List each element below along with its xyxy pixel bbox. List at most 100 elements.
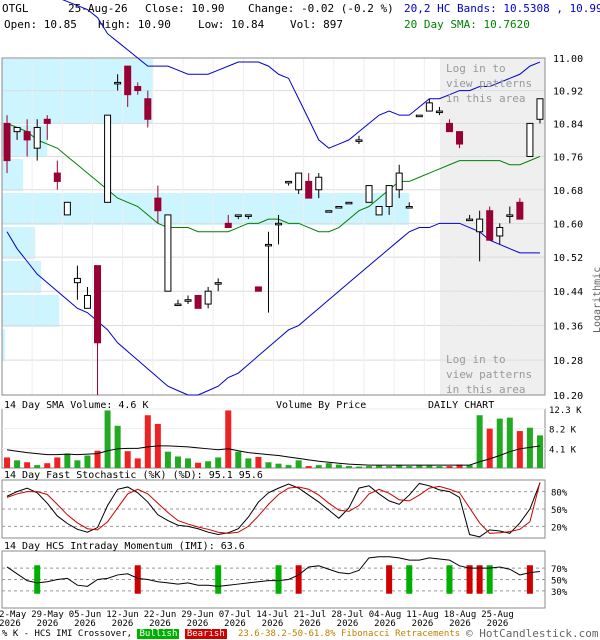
volume-bar bbox=[476, 415, 483, 468]
candle-body bbox=[365, 185, 373, 203]
volume-bar bbox=[74, 460, 81, 468]
volume-bar bbox=[195, 462, 202, 468]
date-tick: 12-Jun2026 bbox=[106, 610, 139, 629]
volume-bar bbox=[366, 466, 373, 468]
volume-bar bbox=[34, 465, 41, 468]
imi-panel-title: 14 Day HCS Intraday Momentum (IMI): 63.6 bbox=[4, 541, 245, 552]
candle-body bbox=[154, 197, 162, 212]
candle-body bbox=[496, 227, 504, 237]
date-tick-year: 2026 bbox=[224, 619, 246, 629]
imi-crossover-bar bbox=[295, 565, 302, 594]
date-tick: 22-Jun2026 bbox=[144, 610, 177, 629]
date-tick: 14-Jul2026 bbox=[256, 610, 289, 629]
candlestick bbox=[194, 294, 202, 309]
volume-bar bbox=[275, 463, 282, 468]
price-tick-label: 10.60 bbox=[553, 219, 583, 230]
candlestick bbox=[104, 114, 112, 203]
imi-tick-label: 50% bbox=[551, 577, 568, 587]
candle-body bbox=[244, 214, 252, 217]
candle-body bbox=[305, 180, 313, 199]
candlestick bbox=[73, 265, 81, 300]
candle-body bbox=[174, 303, 182, 307]
imi-crossover-bar bbox=[386, 565, 393, 594]
candlestick bbox=[63, 201, 71, 216]
candle-body bbox=[395, 172, 403, 191]
price-tick-label: 10.84 bbox=[553, 119, 583, 130]
candle-body bbox=[13, 127, 21, 133]
volume-bar bbox=[24, 462, 31, 468]
candle-body bbox=[94, 265, 102, 344]
candle-body bbox=[275, 222, 283, 226]
candlestick bbox=[415, 114, 423, 118]
candle-body bbox=[435, 110, 443, 114]
volume-by-price-bar bbox=[2, 159, 24, 191]
volume-bar bbox=[506, 417, 513, 468]
volume-bar bbox=[114, 425, 121, 468]
volume-bar bbox=[486, 428, 493, 468]
date-tick: 04-Aug2026 bbox=[369, 610, 402, 629]
imi-crossover-bar bbox=[34, 565, 41, 594]
candlestick bbox=[53, 160, 61, 190]
candle-body bbox=[194, 294, 202, 309]
date-tick-year: 2026 bbox=[374, 619, 396, 629]
imi-crossover-bar bbox=[526, 565, 533, 594]
date-tick: 28-Jul2026 bbox=[331, 610, 364, 629]
bearish-legend: Bearish bbox=[184, 629, 227, 639]
candle-body bbox=[415, 114, 423, 118]
patterns-watermark-bottom[interactable]: Log in to view patterns in this area bbox=[446, 352, 532, 397]
imi-crossover-bar bbox=[476, 565, 483, 594]
volume-bar bbox=[305, 466, 312, 468]
candlestick bbox=[164, 214, 172, 292]
volume-bar bbox=[164, 451, 171, 468]
volume-bar bbox=[245, 458, 252, 468]
candle-body bbox=[124, 65, 132, 96]
candlestick bbox=[254, 286, 262, 292]
volume-bar bbox=[255, 456, 262, 468]
volume-bar bbox=[84, 455, 91, 468]
volume-panel-title: 14 Day SMA Volume: 4.6 K bbox=[4, 400, 149, 411]
candlestick bbox=[325, 210, 333, 213]
volume-bar bbox=[124, 451, 131, 468]
candlestick bbox=[375, 206, 383, 216]
candle-body bbox=[295, 172, 303, 191]
date-tick: 22-May2026 bbox=[0, 610, 27, 629]
candlestick bbox=[214, 278, 222, 292]
imi-crossover-bar bbox=[446, 565, 453, 594]
volume-bar bbox=[185, 458, 192, 468]
volume-bar bbox=[205, 461, 212, 468]
volume-tick-label: 12.3 K bbox=[549, 406, 582, 416]
volume-bar bbox=[144, 415, 151, 468]
log-scale-label: Logarithmic bbox=[592, 266, 600, 333]
volume-bar bbox=[295, 460, 302, 468]
candle-body bbox=[184, 299, 192, 302]
candlestick bbox=[174, 299, 182, 307]
price-tick-label: 11.00 bbox=[553, 54, 583, 65]
candle-body bbox=[285, 180, 293, 184]
candlestick bbox=[536, 98, 544, 124]
volume-bar bbox=[355, 466, 362, 468]
imi-tick-label: 70% bbox=[551, 565, 568, 575]
date-tick-year: 2026 bbox=[0, 619, 21, 629]
candle-body bbox=[476, 218, 484, 233]
crossover-legend-prefix: % K - HCS IMI Crossover, bbox=[2, 629, 133, 639]
candle-body bbox=[43, 118, 51, 124]
stochastic-tick-label: 80% bbox=[551, 489, 568, 499]
volume-bar bbox=[104, 410, 111, 468]
candlestick bbox=[335, 206, 343, 209]
candle-body bbox=[264, 243, 272, 247]
price-tick-label: 10.68 bbox=[553, 186, 583, 197]
volume-bar bbox=[436, 466, 443, 468]
volume-bar bbox=[386, 466, 393, 468]
volume-panel-frame bbox=[1, 408, 546, 469]
date-tick-year: 2026 bbox=[299, 619, 321, 629]
volume-bar bbox=[134, 458, 141, 468]
candle-body bbox=[53, 172, 61, 182]
price-tick-label: 10.20 bbox=[553, 391, 583, 402]
imi-crossover-bar bbox=[486, 565, 493, 594]
candle-body bbox=[375, 206, 383, 216]
candlestick bbox=[526, 122, 534, 157]
candlestick bbox=[486, 206, 494, 241]
patterns-watermark-top[interactable]: Log in to view patterns in this area bbox=[446, 61, 532, 106]
volume-bar bbox=[536, 435, 543, 468]
candle-body bbox=[506, 214, 514, 217]
